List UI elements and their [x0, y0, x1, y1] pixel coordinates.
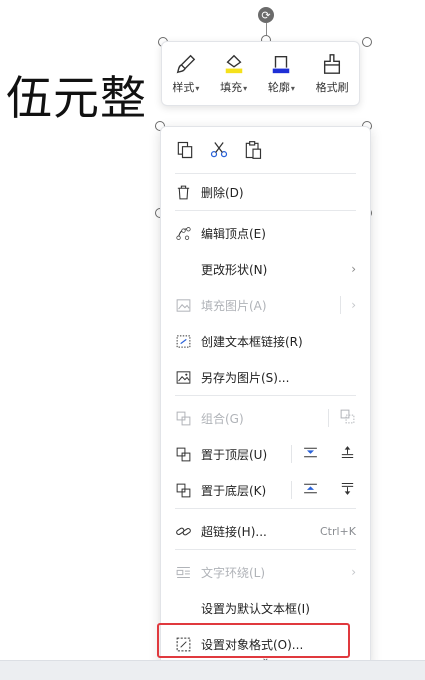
style-label: 样式: [172, 80, 195, 94]
quick-actions: [161, 127, 370, 173]
style-button[interactable]: 样式▾: [172, 53, 199, 95]
ungroup-icon: [340, 409, 355, 424]
group-icon: [176, 411, 191, 425]
separator: [175, 210, 356, 211]
menu-item-label: 超链接(H)...: [201, 524, 267, 539]
fill-label: 填充: [220, 80, 243, 94]
top-layer-icon[interactable]: [339, 444, 356, 461]
menu-item-label: 创建文本框链接(R): [201, 334, 303, 349]
menu-item-label: 置于顶层(U): [201, 447, 268, 462]
paste-icon[interactable]: [243, 140, 263, 160]
separator: [175, 395, 356, 396]
shortcut-text: Ctrl+K: [319, 524, 356, 538]
menu-item-edit-points[interactable]: 编辑顶点(E): [161, 215, 370, 251]
format-painter-icon: [324, 53, 341, 74]
trash-icon: [177, 185, 190, 199]
rotate-handle-icon[interactable]: ⟳: [258, 7, 274, 23]
fill-button[interactable]: 填充▾: [220, 53, 247, 95]
resize-handle-top-right[interactable]: [362, 37, 372, 47]
send-backward-icon[interactable]: [302, 480, 319, 497]
chevron-down-icon: ▾: [290, 83, 295, 93]
outline-icon: [273, 55, 290, 73]
menu-item-label: 编辑顶点(E): [201, 226, 266, 241]
menu-item-fill-picture: 填充图片(A) ›: [161, 287, 370, 323]
menu-item-send-to-back[interactable]: 置于底层(K): [161, 472, 370, 508]
menu-item-bring-to-front[interactable]: 置于顶层(U): [161, 436, 370, 472]
separator: [328, 409, 329, 427]
menu-item-change-shape[interactable]: 更改形状(N) ›: [161, 251, 370, 287]
menu-item-label: 文字环绕(L): [201, 565, 266, 580]
mini-toolbar: 样式▾ 填充▾ 轮廓▾ 格式刷: [161, 41, 360, 106]
chevron-right-icon: ›: [351, 298, 356, 312]
menu-item-label: 设置为默认文本框(I): [201, 601, 310, 616]
textbox-link-icon: [176, 334, 191, 348]
brush-icon: [176, 54, 196, 73]
menu-item-text-wrap: 文字环绕(L) ›: [161, 554, 370, 590]
menu-item-set-default-textbox[interactable]: 设置为默认文本框(I): [161, 590, 370, 626]
picture-icon: [176, 298, 191, 312]
menu-item-delete[interactable]: 删除(D): [161, 174, 370, 210]
context-menu: 删除(D) 编辑顶点(E) 更改形状(N) › 填充图片(A) › 创建文本框链…: [160, 126, 371, 668]
menu-item-label: 另存为图片(S)...: [201, 370, 290, 385]
chevron-down-icon: ▾: [243, 83, 248, 93]
save-picture-icon: [176, 370, 191, 384]
document-text: 伍元整: [6, 71, 147, 125]
bottom-layer-icon[interactable]: [339, 480, 356, 497]
menu-item-group: 组合(G): [161, 400, 370, 436]
menu-item-label: 删除(D): [201, 185, 244, 200]
separator: [175, 508, 356, 509]
chevron-right-icon: ›: [351, 262, 356, 276]
menu-item-label: 更改形状(N): [201, 262, 268, 277]
format-painter-button[interactable]: 格式刷: [316, 53, 349, 95]
bring-forward-icon[interactable]: [302, 444, 319, 461]
separator: [291, 445, 292, 463]
menu-item-label: 填充图片(A): [201, 298, 267, 313]
separator: [291, 481, 292, 499]
menu-item-create-textbox-link[interactable]: 创建文本框链接(R): [161, 323, 370, 359]
send-back-icon: [176, 483, 191, 497]
edit-points-icon: [176, 226, 191, 240]
chevron-right-icon: ›: [351, 565, 356, 579]
menu-item-label: 置于底层(K): [201, 483, 267, 498]
fill-bucket-icon: [225, 54, 242, 73]
text-wrap-icon: [176, 566, 190, 578]
menu-item-hyperlink[interactable]: 超链接(H)... Ctrl+K: [161, 513, 370, 549]
cut-icon[interactable]: [209, 140, 229, 160]
format-painter-label: 格式刷: [315, 80, 349, 94]
outline-button[interactable]: 轮廓▾: [268, 53, 295, 95]
outline-label: 轮廓: [267, 80, 290, 94]
separator: [340, 296, 342, 314]
bottom-bar: [0, 660, 425, 680]
chevron-down-icon: ▾: [195, 83, 200, 93]
copy-icon[interactable]: [175, 140, 195, 160]
menu-item-save-as-picture[interactable]: 另存为图片(S)...: [161, 359, 370, 395]
link-icon: [176, 527, 191, 535]
menu-item-label: 组合(G): [201, 411, 244, 426]
bring-front-icon: [176, 447, 191, 461]
separator: [175, 549, 356, 550]
